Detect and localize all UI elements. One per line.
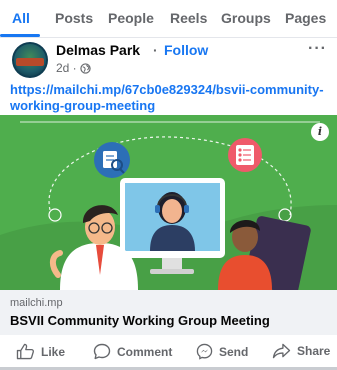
- globe-icon: [80, 62, 91, 74]
- share-label: Share: [297, 344, 331, 358]
- tab-people[interactable]: People: [108, 10, 154, 36]
- page-name[interactable]: Delmas Park: [56, 42, 140, 58]
- like-button[interactable]: Like: [16, 343, 65, 360]
- more-options-icon[interactable]: ···: [308, 40, 327, 58]
- share-icon: [272, 343, 291, 359]
- tabs-divider: [0, 37, 337, 38]
- info-icon[interactable]: i: [311, 123, 329, 141]
- messenger-icon: [196, 343, 213, 360]
- link-preview-image[interactable]: i: [0, 115, 337, 290]
- search-document-icon: [94, 142, 130, 178]
- link-preview-meta[interactable]: mailchi.mp BSVII Community Working Group…: [0, 290, 337, 335]
- send-label: Send: [219, 344, 249, 359]
- post-actions-bar: Like Comment Send Share: [0, 338, 337, 366]
- search-tabs: All Posts People Reels Groups Pages: [0, 0, 337, 38]
- post-timestamp[interactable]: 2d ·: [56, 61, 77, 75]
- post-meta: 2d ·: [56, 61, 91, 75]
- post-header: Delmas Park · Follow 2d · ···: [0, 40, 337, 80]
- like-label: Like: [41, 344, 66, 359]
- preview-illustration: [0, 115, 337, 290]
- tab-pages[interactable]: Pages: [285, 10, 326, 36]
- avatar-logo-band: [16, 58, 44, 66]
- tab-posts[interactable]: Posts: [55, 10, 93, 36]
- link-title: BSVII Community Working Group Meeting: [10, 313, 270, 328]
- share-button[interactable]: Share: [272, 343, 330, 359]
- send-button[interactable]: Send: [196, 343, 248, 360]
- page-avatar[interactable]: [12, 42, 48, 78]
- comment-button[interactable]: Comment: [93, 343, 172, 360]
- tab-reels[interactable]: Reels: [170, 10, 207, 36]
- follow-button[interactable]: Follow: [164, 42, 208, 58]
- comment-label: Comment: [117, 344, 173, 359]
- tab-all[interactable]: All: [12, 10, 30, 36]
- name-separator: ·: [153, 42, 158, 58]
- post-link[interactable]: https://mailchi.mp/67cb0e829324/bsvii-co…: [10, 82, 328, 114]
- tab-groups[interactable]: Groups: [221, 10, 271, 36]
- link-domain: mailchi.mp: [10, 297, 63, 309]
- checklist-icon: [228, 138, 262, 172]
- thumbs-up-icon: [16, 343, 34, 360]
- comment-icon: [93, 343, 111, 360]
